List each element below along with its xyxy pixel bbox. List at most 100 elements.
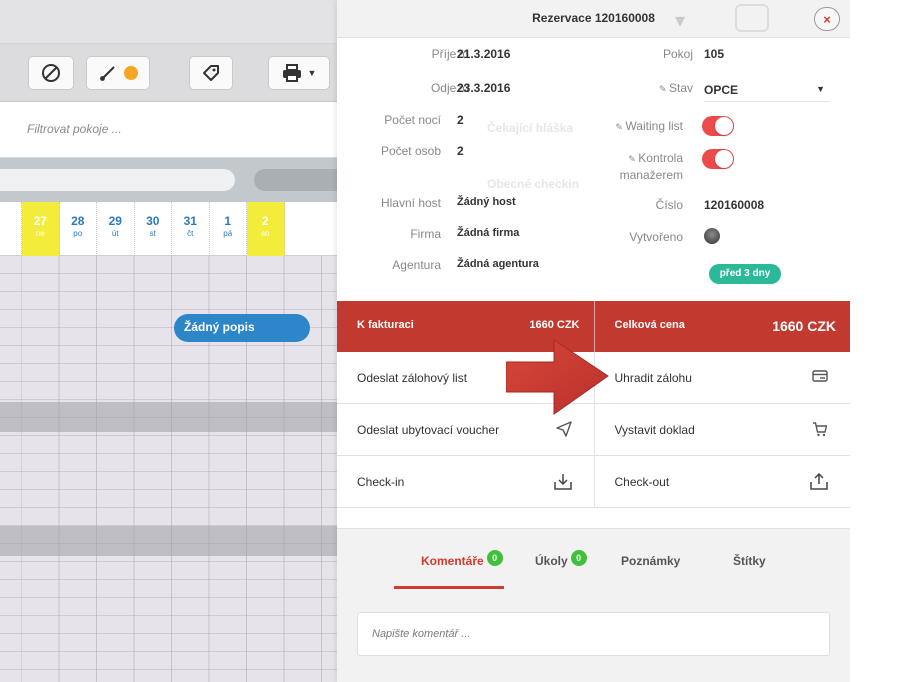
manager-check-label-line1: Kontrola [638,151,683,165]
block-button[interactable] [28,56,74,90]
nights-label: Počet nocí [384,113,441,127]
paper-plane-icon [555,421,572,437]
tasks-count-badge: 0 [570,550,587,566]
total-price-box: Celková cena 1660 CZK [593,301,851,352]
slider-track[interactable] [0,169,235,191]
day-of-week: čt [187,229,194,238]
tab-tasks-label: Úkoly [535,554,568,568]
page-margin [850,0,899,682]
to-invoice-label: K fakturaci [357,319,414,331]
arrival-label: Příjezd [431,47,469,61]
grid-row-band [0,526,337,556]
room-filter-input[interactable]: Filtrovat pokoje ... [0,102,337,158]
tab-comments[interactable]: Komentáře 0 [394,549,504,589]
manager-check-label: ✎ Kontrola manažerem [587,150,683,183]
pay-deposit-label: Uhradit zálohu [614,370,692,385]
pencil-icon: ✎ [658,84,669,94]
guests-label: Počet osob [380,144,441,158]
day-of-week: út [111,229,119,238]
day-of-week: so [261,229,270,238]
day-of-week: po [73,229,83,238]
total-price-value: 1660 CZK [772,318,836,334]
manager-check-label-line2: manažerem [619,168,683,182]
number-value: 120160008 [704,198,765,212]
check-in-button[interactable]: Check-in [337,456,594,508]
day-of-week: st [149,229,156,238]
close-button[interactable]: × [814,7,840,31]
main-guest-value[interactable]: Žádný host [457,196,516,208]
departure-value[interactable]: 23.3.2016 [457,81,510,95]
send-voucher-label: Odeslat ubytovací voucher [357,422,500,437]
print-button[interactable]: ▼ [268,56,330,90]
day-cell[interactable]: 2 so [247,202,285,256]
pencil-icon: ✎ [628,154,639,164]
day-cell[interactable]: 31 čt [172,202,210,256]
created-label: Vytvořeno [629,230,683,244]
day-number: 2 [261,214,269,228]
tag-icon [203,65,219,81]
tab-comments-label: Komentáře [421,554,484,568]
day-number: 31 [183,214,197,228]
credit-card-icon [812,370,828,382]
tab-notes[interactable]: Poznámky [621,549,680,589]
to-invoice-value: 1660 CZK [529,319,580,331]
calendar-view: ▼ Filtrovat pokoje ... 27 ne 28 po 29 út 30… [0,0,337,682]
panel-tabs-area: Komentáře 0 Úkoly 0 Poznámky Štítky [337,528,850,682]
calendar-toolbar: ▼ [0,44,337,102]
issue-document-button[interactable]: Vystavit doklad [593,404,850,456]
comment-input[interactable] [357,612,830,656]
waiting-list-label: ✎ Waiting list [587,119,683,133]
agency-value[interactable]: Žádná agentura [457,258,539,270]
tab-tasks[interactable]: Úkoly 0 [535,549,587,589]
send-deposit-invoice-label: Odeslat zálohový list [357,370,468,385]
day-cell[interactable]: 28 po [60,202,97,256]
check-in-label: Check-in [357,474,405,489]
guests-value[interactable]: 2 [457,144,464,158]
color-dot [124,66,138,80]
status-label-text: Stav [668,81,693,95]
upload-icon [810,473,828,490]
check-out-button[interactable]: Check-out [593,456,850,508]
room-value[interactable]: 105 [704,47,724,61]
company-value[interactable]: Žádná firma [457,227,519,239]
issue-document-label: Vystavit doklad [614,422,695,437]
tab-tags[interactable]: Štítky [733,549,766,589]
color-brush-button[interactable] [86,56,150,90]
pay-deposit-button[interactable]: Uhradit zálohu [593,352,850,404]
ghost-avatar [735,4,769,32]
day-cell[interactable]: 30st [135,202,172,256]
brush-icon [100,66,115,81]
slider-track-right[interactable] [254,169,337,191]
ghost-text: Obecné checkin [487,177,580,191]
day-number: 28 [71,214,85,228]
panel-header: ▾ Rezervace 120160008 × [337,0,850,38]
number-label: Číslo [655,198,683,212]
chevron-down-icon: ▼ [307,68,317,78]
manager-check-toggle[interactable] [702,149,734,169]
status-label: ✎ Stav [587,81,693,95]
day-cell[interactable]: 27 ne [22,202,60,256]
agency-label: Agentura [392,258,441,272]
day-number: 1 [224,214,232,228]
day-cell[interactable]: 1 pá [210,202,247,256]
close-icon: × [823,11,831,27]
ghost-text: Čekající hláška [487,121,574,135]
day-of-week: ne [35,229,45,238]
tag-button[interactable] [189,56,233,90]
status-select[interactable]: OPCE ▼ [704,80,829,102]
booking-bar[interactable]: Žádný popis [174,314,310,342]
total-price-label: Celková cena [614,319,685,331]
waiting-list-toggle[interactable] [702,116,734,136]
waiting-list-label-text: Waiting list [625,119,683,133]
day-number: 29 [108,214,122,228]
nights-value[interactable]: 2 [457,113,464,127]
calendar-day-header: 27 ne 28 po 29 út 30st 31 čt 1 pá 2 so [0,202,337,256]
ghost-dropdown-arrow: ▾ [675,10,686,32]
arrival-value[interactable]: 21.3.2016 [457,47,510,61]
cart-icon [813,422,828,437]
day-cell[interactable]: 29 út [97,202,135,256]
red-arrow-icon [506,339,609,415]
date-range-slider[interactable] [0,158,337,202]
status-value: OPCE [704,83,739,97]
day-number: 30 [146,214,160,228]
